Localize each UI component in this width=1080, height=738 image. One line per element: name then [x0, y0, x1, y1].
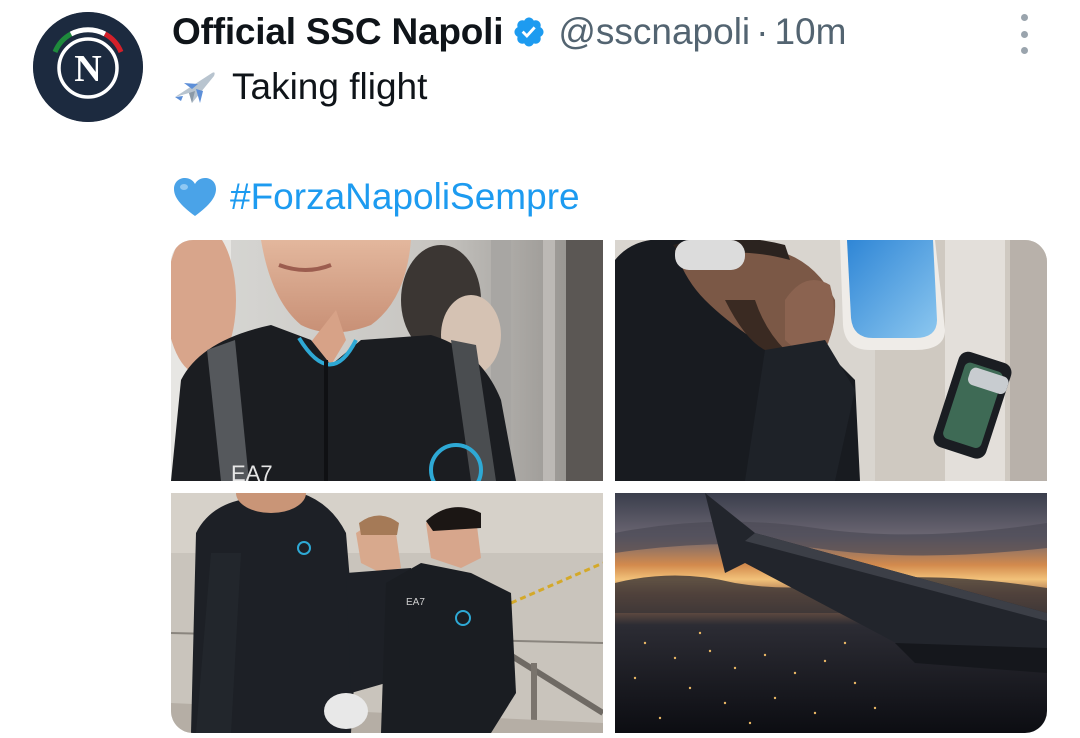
more-options-icon[interactable]	[1008, 14, 1040, 54]
timestamp[interactable]: 10m	[774, 11, 846, 53]
tweet-card: N Official SSC Napoli @sscnapoli · 10m T…	[0, 0, 1080, 738]
svg-text:EA7: EA7	[231, 461, 273, 481]
photo-player-headphones-window[interactable]	[615, 240, 1047, 481]
separator-dot: ·	[756, 11, 769, 52]
photo-wing-sunset-city[interactable]	[615, 493, 1047, 733]
verified-badge-icon[interactable]	[512, 15, 546, 49]
airplane-emoji-icon	[172, 67, 218, 107]
svg-text:N: N	[74, 48, 101, 90]
tweet-text: Taking flight	[232, 66, 428, 107]
blue-heart-emoji-icon	[172, 176, 218, 218]
avatar[interactable]: N	[33, 12, 143, 122]
tweet-text-line-2: #ForzaNapoliSempre	[172, 174, 580, 220]
napoli-logo-icon: N	[33, 12, 143, 122]
photo-players-boarding-stairs[interactable]: EA7	[171, 493, 603, 733]
svg-text:EA7: EA7	[406, 597, 425, 608]
display-name[interactable]: Official SSC Napoli	[172, 11, 504, 53]
media-grid: EA7 EA7	[171, 240, 1047, 733]
tweet-header: Official SSC Napoli @sscnapoli · 10m	[172, 8, 846, 56]
photo-player-with-backpack[interactable]: EA7	[171, 240, 603, 481]
author-handle[interactable]: @sscnapoli	[558, 11, 750, 53]
hashtag-link[interactable]: #ForzaNapoliSempre	[230, 176, 580, 218]
tweet-text-line-1: Taking flight	[172, 64, 427, 110]
